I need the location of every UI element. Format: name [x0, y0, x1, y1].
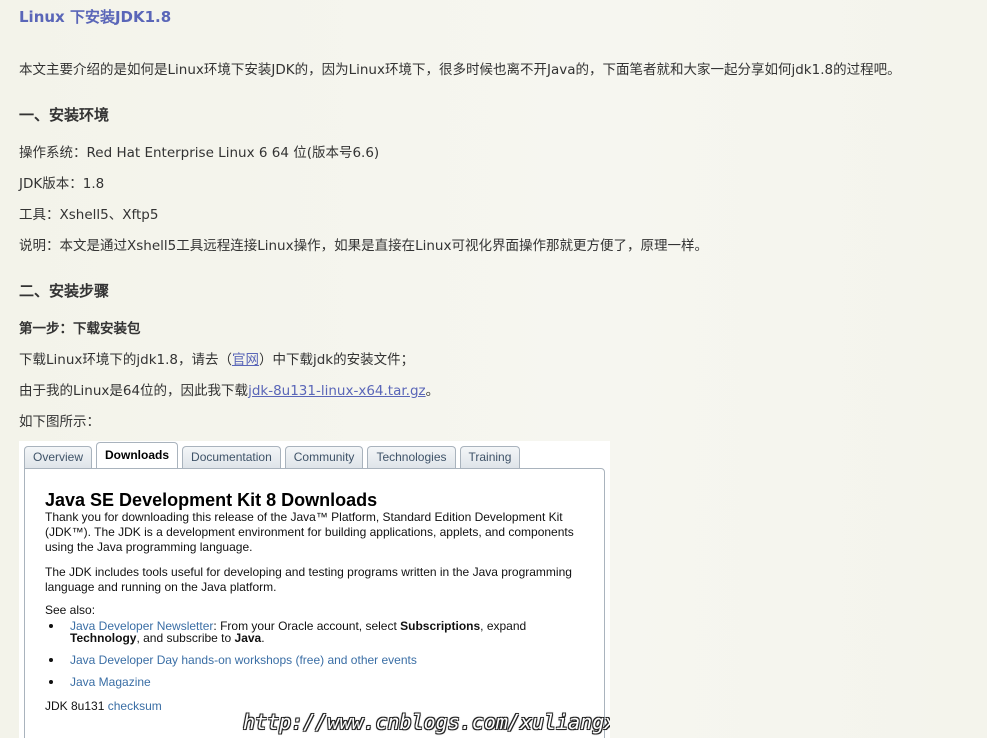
downloads-heading: Java SE Development Kit 8 Downloads: [45, 490, 378, 510]
downloads-panel: Java SE Development Kit 8 Downloads Than…: [24, 468, 605, 738]
blog-watermark: http://www.cnblogs.com/xuliangxing: [243, 710, 610, 734]
step1-text-pre: 下载Linux环境下的jdk1.8，请去（: [19, 352, 232, 368]
step1-file-text-pre: 由于我的Linux是64位的，因此我下载: [19, 383, 249, 399]
step1-file-text-post: 。: [425, 383, 440, 399]
intro-paragraph: 本文主要介绍的是如何是Linux环境下安装JDK的，因为Linux环境下，很多时…: [19, 62, 901, 78]
post-title[interactable]: Linux 下安装JDK1.8: [19, 7, 171, 27]
newsletter-text-4: .: [261, 631, 265, 645]
oracle-download-screenshot: Overview Downloads Documentation Communi…: [19, 441, 610, 738]
blog-post: Linux 下安装JDK1.8 本文主要介绍的是如何是Linux环境下安装JDK…: [0, 0, 987, 738]
bullet-icon: [49, 624, 53, 628]
newsletter-bold-1: Subscriptions: [400, 619, 481, 633]
env-jdk-version: JDK版本：1.8: [19, 176, 105, 192]
bullet-icon: [49, 658, 53, 662]
step1-line-file: 由于我的Linux是64位的，因此我下载jdk-8u131-linux-x64.…: [19, 382, 439, 400]
tab-training[interactable]: Training: [459, 446, 521, 468]
tab-downloads[interactable]: Downloads: [96, 442, 179, 468]
env-os: 操作系统：Red Hat Enterprise Linux 6 64 位(版本号…: [19, 145, 380, 161]
tab-technologies[interactable]: Technologies: [367, 446, 456, 468]
env-note: 说明：本文是通过Xshell5工具远程连接Linux操作，如果是直接在Linux…: [19, 238, 708, 254]
section-heading-environment: 一、安装环境: [19, 106, 110, 124]
developer-day-link[interactable]: Java Developer Day hands-on workshops (f…: [70, 654, 417, 666]
java-magazine-link[interactable]: Java Magazine: [70, 676, 151, 688]
bullet-icon: [49, 680, 53, 684]
jdk-file-link[interactable]: jdk-8u131-linux-x64.tar.gz: [248, 383, 426, 399]
newsletter-text-2: , expand: [480, 619, 527, 633]
step1-line-download: 下载Linux环境下的jdk1.8，请去（官网）中下载jdk的安装文件；: [19, 351, 414, 369]
step1-line-figure: 如下图所示：: [19, 414, 100, 430]
newsletter-bold-2: Technology: [70, 631, 137, 645]
downloads-description: The JDK includes tools useful for develo…: [45, 565, 572, 594]
newsletter-bold-3: Java: [234, 631, 262, 645]
official-site-link[interactable]: 官网: [232, 352, 259, 368]
section-heading-steps: 二、安装步骤: [19, 282, 110, 300]
step1-heading: 第一步：下载安装包: [19, 321, 141, 337]
checksum-link[interactable]: checksum: [108, 699, 162, 713]
tab-community[interactable]: Community: [284, 446, 364, 468]
see-also-label: See also:: [45, 603, 96, 617]
newsletter-text-3: , and subscribe to: [136, 631, 235, 645]
env-tools: 工具：Xshell5、Xftp5: [19, 207, 159, 223]
step1-text-post: ）中下载jdk的安装文件；: [258, 352, 415, 368]
downloads-intro: Thank you for downloading this release o…: [45, 510, 574, 554]
newsletter-item: Java Developer Newsletter: From your Ora…: [70, 620, 526, 644]
oracle-tab-bar: Overview Downloads Documentation Communi…: [24, 442, 521, 469]
tab-overview[interactable]: Overview: [24, 446, 93, 468]
tab-documentation[interactable]: Documentation: [182, 446, 281, 468]
jdk-version-label: JDK 8u131: [45, 699, 108, 713]
